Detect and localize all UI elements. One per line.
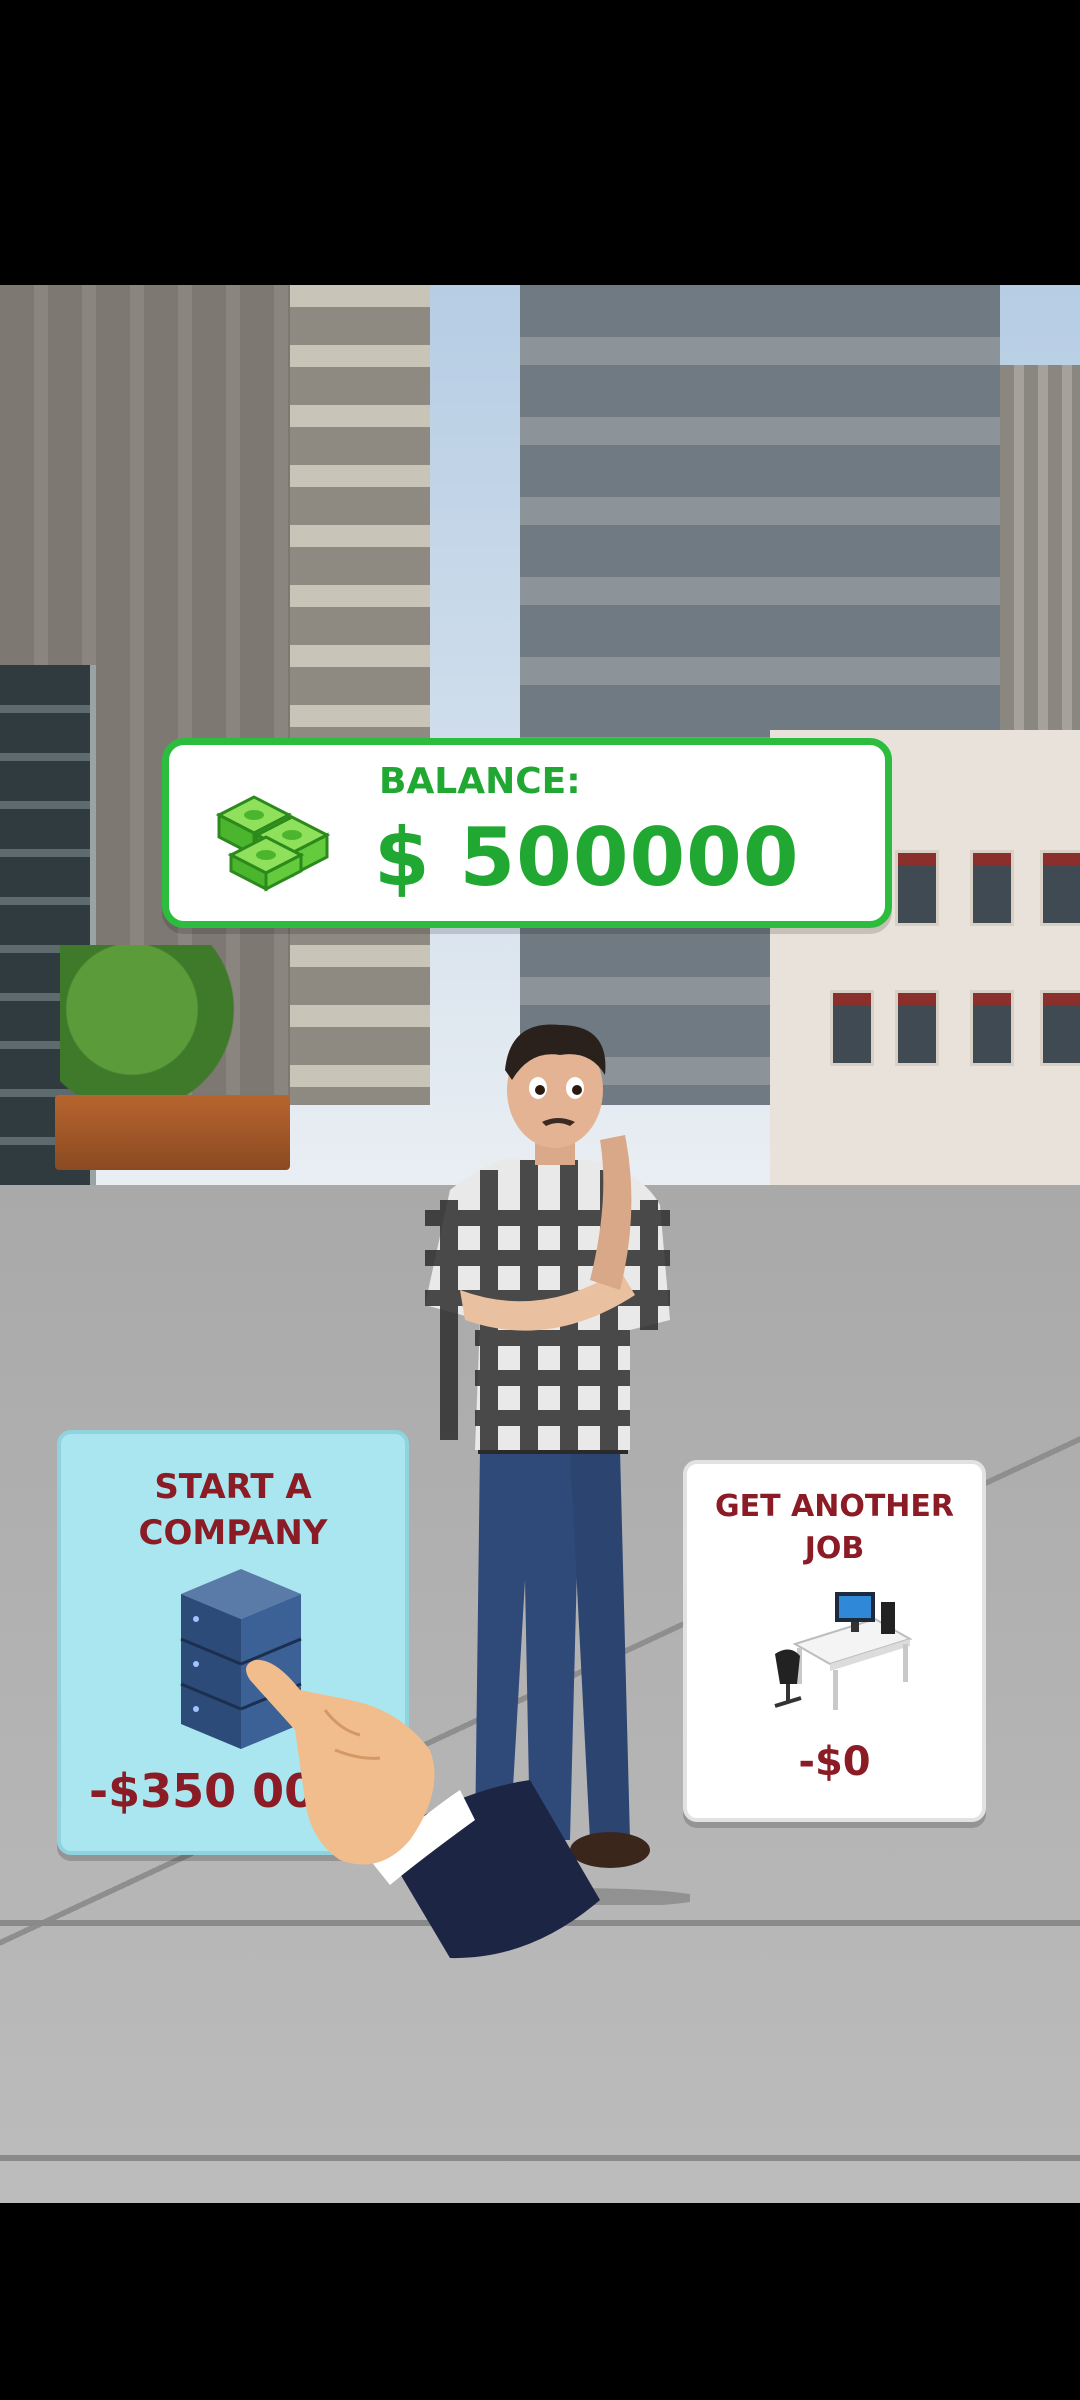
- building-window: [970, 850, 1014, 926]
- building-window: [1040, 990, 1080, 1066]
- tree: [60, 945, 240, 1105]
- planter: [55, 1095, 290, 1170]
- balance-panel: BALANCE: $ 500000: [162, 738, 892, 928]
- card-title-line: START A: [154, 1467, 312, 1507]
- building-window: [895, 990, 939, 1066]
- get-another-job-card[interactable]: GET ANOTHER JOB -$0: [683, 1460, 986, 1822]
- card-title-line: JOB: [804, 1531, 865, 1566]
- card-title-line: GET ANOTHER: [714, 1489, 955, 1524]
- card-title-line: COMPANY: [138, 1513, 328, 1553]
- money-stack-icon: [215, 795, 331, 892]
- building-window: [1040, 850, 1080, 926]
- ground-line: [0, 2155, 1080, 2161]
- balance-value: $ 500000: [374, 811, 800, 904]
- office-desk-icon: [774, 1592, 913, 1710]
- pointing-hand-icon: [246, 1659, 600, 1959]
- balance-label: BALANCE:: [379, 761, 581, 802]
- building-window: [830, 990, 874, 1066]
- get-job-price: -$0: [798, 1739, 871, 1785]
- start-company-title: START A COMPANY: [61, 1464, 405, 1556]
- building-window: [970, 990, 1014, 1066]
- get-job-title: GET ANOTHER JOB: [687, 1486, 982, 1570]
- building-left-windows: [290, 285, 430, 1105]
- building-window: [895, 850, 939, 926]
